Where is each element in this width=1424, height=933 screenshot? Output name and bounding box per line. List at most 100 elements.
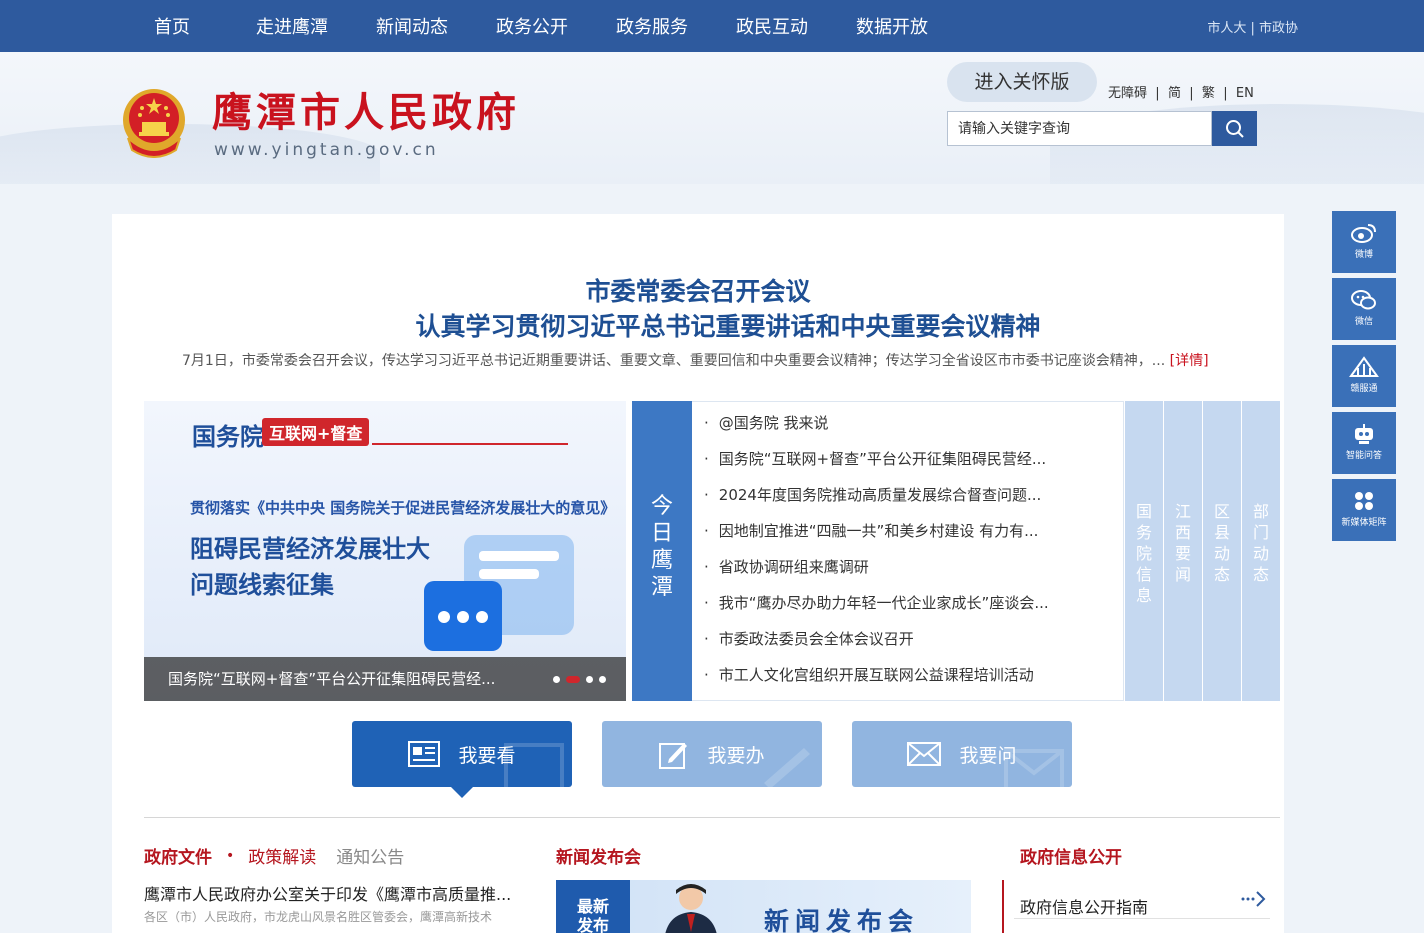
- tab-label: 江西要闻: [1174, 502, 1191, 584]
- banner-title-1: 阻碍民营经济发展壮大: [190, 535, 430, 563]
- newspaper-watermark-icon: [504, 743, 564, 787]
- carousel-dot[interactable]: [599, 676, 606, 683]
- news-item[interactable]: 国务院“互联网+督查”平台公开征集阻碍民营经...: [704, 448, 1046, 469]
- site-url: www.yingtan.gov.cn: [214, 140, 439, 160]
- document-title[interactable]: 鹰潭市人民政府办公室关于印发《鹰潭市高质量推...: [144, 881, 511, 905]
- main-content: 市委常委会召开会议 认真学习贯彻习近平总书记重要讲话和中央重要会议精神 7月1日…: [112, 214, 1284, 933]
- smart-qa-label: 智能问答: [1345, 451, 1382, 461]
- active-indicator: [451, 787, 473, 798]
- edit-icon: [659, 743, 688, 769]
- mail-watermark-icon: [1004, 749, 1064, 787]
- national-emblem-icon[interactable]: [120, 86, 188, 158]
- info-disclosure-title[interactable]: 政府信息公开: [1020, 843, 1122, 868]
- smart-qa-button[interactable]: 智能问答: [1332, 412, 1396, 474]
- news-category-tabs: 国务院信息 江西要闻 区县动态 部门动态: [1124, 401, 1280, 701]
- carousel-dot[interactable]: [553, 676, 560, 683]
- media-matrix-button[interactable]: 新媒体矩阵: [1332, 479, 1396, 541]
- link-npc[interactable]: 市人大: [1207, 21, 1246, 36]
- carousel-dot[interactable]: [586, 676, 593, 683]
- weibo-label: 微博: [1354, 250, 1373, 260]
- today-label: 今日鹰潭: [650, 494, 673, 600]
- info-guide-link[interactable]: 政府信息公开指南: [1020, 894, 1148, 918]
- search-input[interactable]: [947, 111, 1212, 146]
- search-icon: [1225, 119, 1244, 138]
- tab-notices[interactable]: 通知公告: [336, 843, 404, 868]
- press-conference-banner[interactable]: 最新发布 新闻发布会: [556, 880, 971, 933]
- newspaper-icon: [408, 741, 441, 767]
- nav-public-affairs[interactable]: 政务公开: [477, 13, 587, 39]
- banner-tag: 互联网+督查: [262, 418, 370, 446]
- robot-icon: [1355, 424, 1373, 444]
- news-item[interactable]: @国务院 我来说: [704, 412, 829, 433]
- headline-title-2[interactable]: 认真学习贯彻习近平总书记重要讲话和中央重要会议精神: [112, 307, 1344, 343]
- top-navigation: 首页 走进鹰潭 新闻动态 政务公开 政务服务 政民互动 数据开放 市人大 | 市…: [0, 0, 1424, 52]
- external-links: 市人大 | 市政协: [1207, 21, 1298, 36]
- nav-gov-service[interactable]: 政务服务: [597, 13, 707, 39]
- latest-release-badge: 最新发布: [556, 880, 630, 933]
- want-to-handle-button[interactable]: 我要办: [602, 721, 822, 787]
- tab-policy-interpretation[interactable]: 政策解读: [248, 843, 316, 868]
- banner-rule: [372, 443, 568, 445]
- english-link[interactable]: EN: [1236, 86, 1254, 101]
- simplified-link[interactable]: 简: [1168, 86, 1181, 101]
- tab-label: 部门动态: [1252, 502, 1269, 584]
- search-button[interactable]: [1212, 111, 1257, 146]
- info-divider: [1014, 918, 1270, 919]
- headline-title-1[interactable]: 市委常委会召开会议: [112, 272, 1284, 308]
- nav-open-data[interactable]: 数据开放: [837, 13, 947, 39]
- banner-carousel[interactable]: 国务院 互联网+督查 贯彻落实《中共中央 国务院关于促进民营经济发展壮大的意见》…: [144, 401, 626, 701]
- tab-label: 国务院信息: [1135, 502, 1152, 605]
- want-to-ask-button[interactable]: 我要问: [852, 721, 1072, 787]
- accessibility-link[interactable]: 无障碍: [1108, 86, 1147, 101]
- details-link[interactable]: [详情]: [1170, 353, 1209, 369]
- tab-jiangxi-news[interactable]: 江西要闻: [1164, 401, 1202, 701]
- news-item[interactable]: 省政协调研组来鹰调研: [704, 556, 869, 577]
- nav-news[interactable]: 新闻动态: [357, 13, 467, 39]
- tab-gov-documents[interactable]: 政府文件: [144, 843, 212, 868]
- section-divider: [144, 817, 1280, 818]
- traditional-link[interactable]: 繁: [1202, 86, 1215, 101]
- site-title[interactable]: 鹰潭市人民政府: [212, 80, 520, 138]
- info-disclosure-list: 政府信息公开指南: [1002, 880, 1270, 933]
- news-item[interactable]: 2024年度国务院推动高质量发展综合督查问题...: [704, 484, 1041, 505]
- side-float-bar: 微博 微信 赣服通 智能问答 新媒体矩阵: [1332, 211, 1396, 546]
- want-to-see-button[interactable]: 我要看: [352, 721, 572, 787]
- ganfutong-button[interactable]: 赣服通: [1332, 345, 1396, 407]
- news-item[interactable]: 因地制宜推进“四融一共”和美乡村建设 有力有...: [704, 520, 1039, 541]
- docs-tabs: 政府文件 • 政策解读 通知公告: [144, 843, 404, 869]
- news-item[interactable]: 市委政法委员会全体会议召开: [704, 628, 914, 649]
- news-item[interactable]: 我市“鹰办尽办助力年轻一代企业家成长”座谈会...: [704, 592, 1049, 613]
- press-conference-title[interactable]: 新闻发布会: [556, 843, 641, 868]
- press-banner-text: 新闻发布会: [764, 907, 920, 933]
- link-cppcc[interactable]: 市政协: [1259, 21, 1298, 36]
- language-switch: 无障碍 | 简 | 繁 | EN: [1108, 86, 1254, 101]
- wechat-icon: [1351, 290, 1376, 310]
- badge-text: 最新发布: [577, 897, 610, 933]
- weibo-icon: [1351, 224, 1376, 243]
- news-list: @国务院 我来说 国务院“互联网+督查”平台公开征集阻碍民营经... 2024年…: [692, 401, 1124, 701]
- care-mode-button[interactable]: 进入关怀版: [947, 62, 1097, 102]
- matrix-icon: [1355, 492, 1373, 510]
- nav-interaction[interactable]: 政民互动: [717, 13, 827, 39]
- tab-county-news[interactable]: 区县动态: [1203, 401, 1241, 701]
- headline-summary: 7月1日，市委常委会召开会议，传达学习习近平总书记近期重要讲话、重要文章、重要回…: [182, 350, 1282, 370]
- tab-label: 区县动态: [1213, 502, 1230, 584]
- banner-subtitle: 贯彻落实《中共中央 国务院关于促进民营经济发展壮大的意见》: [190, 499, 616, 517]
- tab-today-yingtan[interactable]: 今日鹰潭: [632, 401, 692, 701]
- news-item[interactable]: 市工人文化宫组织开展互联网公益课程培训活动: [704, 664, 1034, 685]
- nav-home[interactable]: 首页: [117, 13, 227, 39]
- tab-department-news[interactable]: 部门动态: [1242, 401, 1280, 701]
- banner-title-2: 问题线索征集: [190, 571, 334, 599]
- weibo-button[interactable]: 微博: [1332, 211, 1396, 273]
- more-arrow-icon[interactable]: [1240, 890, 1266, 908]
- chat-bubble-illustration-icon: [424, 535, 574, 651]
- ganfutong-icon: [1349, 356, 1379, 377]
- document-description: 各区（市）人民政府，市龙虎山风景名胜区管委会，鹰潭高新技术: [144, 910, 493, 924]
- carousel-dots: [553, 676, 606, 683]
- nav-about[interactable]: 走进鹰潭: [237, 13, 347, 39]
- tab-state-council[interactable]: 国务院信息: [1125, 401, 1163, 701]
- tab-separator: •: [226, 847, 235, 864]
- speaker-icon: [665, 884, 717, 933]
- carousel-dot-active[interactable]: [566, 676, 580, 683]
- summary-text: 7月1日，市委常委会召开会议，传达学习习近平总书记近期重要讲话、重要文章、重要回…: [182, 353, 1166, 369]
